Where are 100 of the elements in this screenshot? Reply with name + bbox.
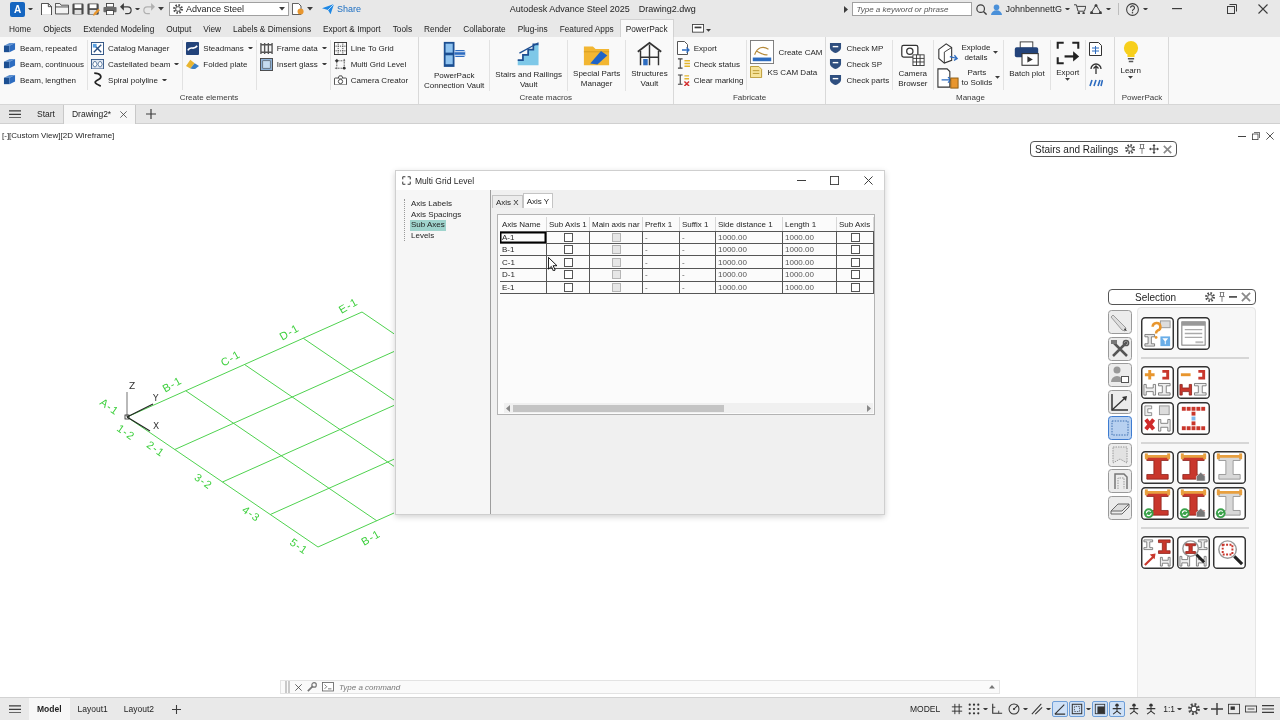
dashed-square-icon[interactable] [1069,701,1086,717]
command-input[interactable]: Type a command [339,681,984,693]
minimize-icon[interactable] [1172,8,1182,10]
ribbon-button[interactable]: Explode details [936,40,1001,65]
caret-icon[interactable] [1106,7,1111,11]
ribbon-button[interactable]: Beam, continuous [3,56,85,72]
tree-item[interactable]: Levels [410,230,436,241]
caret-icon[interactable] [1203,707,1208,711]
caret-icon[interactable] [705,29,711,32]
restore-icon[interactable] [1227,4,1237,14]
filled-square-icon[interactable] [1092,701,1109,717]
table-cell[interactable]: B-1 [500,243,547,257]
workspace-dropdown[interactable]: Advance Steel [169,2,289,16]
chevron-left-icon[interactable] [506,404,510,412]
ribbon-button[interactable]: Learn [1118,41,1143,79]
ribbon-tab[interactable]: Render [418,19,458,37]
viewport-control[interactable]: [Custom View] [9,131,61,140]
outline-i-beam-refresh-icon[interactable] [1213,487,1246,520]
ribbon-button[interactable]: Catalog Manager [91,40,180,56]
table-cell[interactable]: E-1 [500,281,547,295]
pin-icon[interactable] [1219,292,1225,302]
ribbon-tab[interactable]: Featured Apps [553,19,620,37]
settings-icon[interactable] [1125,144,1135,154]
document-badge-icon[interactable] [292,3,304,15]
ribbon-button[interactable]: Multi Grid Level [333,56,409,72]
ribbon-button[interactable]: Frame data [259,40,327,56]
caret-icon[interactable] [135,7,140,11]
ribbon-button[interactable]: Check status [676,56,744,72]
axes-arrow-icon[interactable] [1108,389,1132,414]
dotted-frame-icon[interactable] [1108,469,1132,493]
caret-up-icon[interactable] [989,685,995,689]
ribbon-button[interactable]: Check MP [829,40,890,56]
minimize-icon[interactable] [797,179,806,182]
viewport-control[interactable]: [-] [2,131,10,140]
ribbon-tab[interactable]: Home [3,19,38,37]
tab[interactable]: Axis Y [522,193,554,208]
cross-beams-icon[interactable] [1141,402,1174,435]
checkbox[interactable] [850,232,860,242]
panel-menu-icon[interactable] [691,24,704,33]
ribbon-button[interactable]: Stairs and Railings Vault [493,41,565,90]
plus-icon[interactable] [146,109,157,119]
undo-arrow-icon[interactable] [120,3,132,15]
ribbon-button[interactable]: Create CAM [750,40,823,64]
file-tab[interactable]: Start [29,104,64,124]
outline-i-beam-icon[interactable] [1213,451,1246,484]
ribbon-button[interactable]: Check SP [829,56,890,72]
plus-icon[interactable] [172,704,182,714]
ribbon-button[interactable]: Batch plot [1007,41,1047,80]
close-icon[interactable] [1258,4,1268,14]
minus-beams-icon[interactable] [1177,366,1210,399]
caret-icon[interactable] [28,7,33,11]
menu-icon[interactable] [9,109,21,119]
checkbox[interactable] [563,270,573,280]
square-pattern-icon[interactable] [1177,402,1210,435]
search-icon[interactable] [976,3,988,15]
crossed-tools-icon[interactable] [1108,336,1132,361]
table-cell[interactable]: D-1 [500,269,547,282]
pin-icon[interactable] [1139,144,1145,154]
ribbon-tab[interactable]: Collaborate [457,19,512,37]
person-card-icon[interactable] [1108,363,1132,387]
close-icon[interactable] [864,176,873,185]
i-beam-house-refresh-icon[interactable] [1177,487,1210,520]
ribbon-button[interactable]: Beam, repeated [3,40,85,56]
viewport-control[interactable]: [2D Wireframe] [60,131,115,140]
ribbon-button[interactable]: Insert glass [259,56,327,72]
i-beam-icon[interactable] [1141,451,1174,484]
ribbon-button[interactable]: Castellated beam [91,56,180,72]
printer-icon[interactable] [103,2,117,16]
ribbon-button[interactable]: Structures Vault [629,41,670,90]
table-cell[interactable]: A-1 [500,231,547,244]
layout-tab[interactable]: Layout1 [69,698,116,720]
ribbon-button[interactable]: Camera Creator [333,72,409,88]
ribbon-tab[interactable]: Plug-ins [511,19,554,37]
dial-icon[interactable] [1006,701,1023,717]
cart-icon[interactable] [1074,3,1086,15]
scrollbar-thumb[interactable] [513,404,724,412]
ribbon-button[interactable]: Export [676,40,744,56]
ribbon-tab[interactable]: Tools [386,19,419,37]
ribbon-button[interactable]: Parts to Solids [936,65,1001,90]
help-icon[interactable] [1126,2,1139,16]
ribbon-button[interactable]: Clear marking [676,72,744,88]
plate-icon[interactable] [1108,495,1132,520]
settings-icon[interactable] [1186,701,1202,717]
horizontal-scrollbar[interactable] [504,403,873,413]
dotted-shape-icon[interactable] [1108,442,1132,467]
plus-beams-icon[interactable] [1141,366,1174,399]
search-field[interactable]: Type a keyword or phrase [852,2,973,16]
triangle-nodes-icon[interactable] [1090,3,1102,15]
close-icon[interactable] [295,683,302,691]
ribbon-button[interactable]: PowerPack Connection Vault [422,41,487,91]
caret-icon[interactable] [1086,707,1092,711]
user-menu[interactable]: JohnbennettG [991,3,1070,15]
caret-icon[interactable] [983,707,989,711]
chevron-right-icon[interactable] [867,404,871,412]
folder-icon[interactable] [55,3,69,15]
checkbox[interactable] [850,270,860,280]
scale-menu[interactable]: 1:1 [1163,704,1182,714]
layout-tab[interactable]: Layout2 [115,698,163,720]
caret-icon[interactable] [1023,707,1029,711]
checkbox[interactable] [563,232,573,242]
